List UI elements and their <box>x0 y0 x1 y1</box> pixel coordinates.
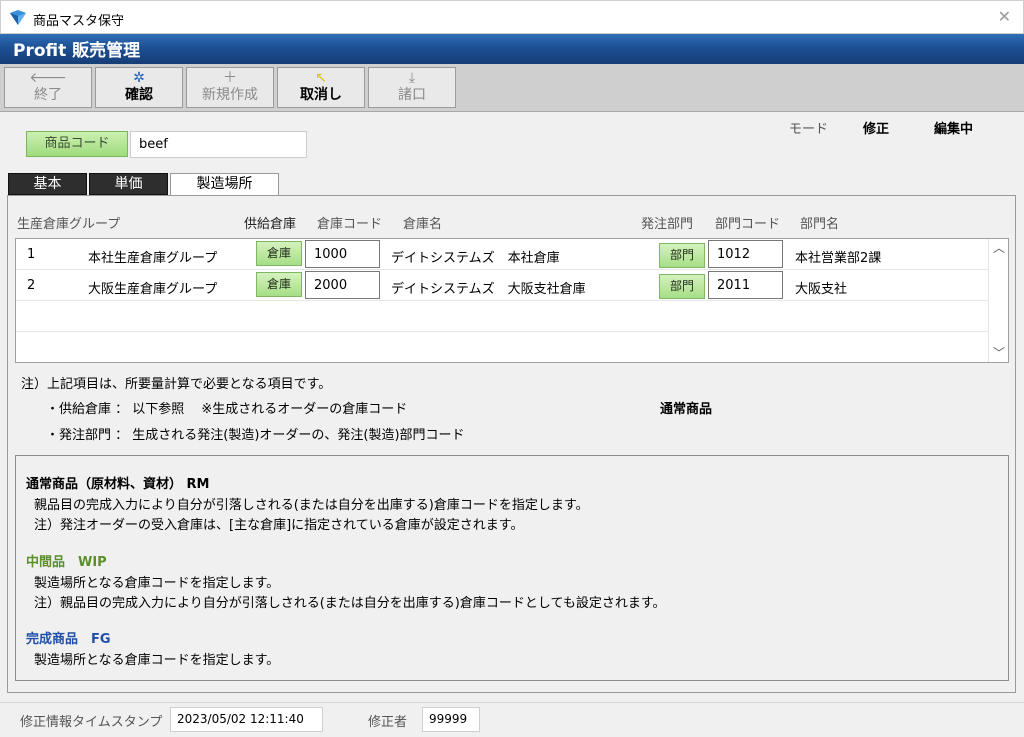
note-line-3: ・発注部門 ： 生成される発注(製造)オーダーの、発注(製造)部門コード <box>46 428 465 443</box>
wip-line-1: 製造場所となる倉庫コードを指定します。 <box>34 576 280 591</box>
timestamp-label: 修正情報タイムスタンプ <box>20 715 163 730</box>
note-line-2: ・供給倉庫 ： 以下参照 ※生成されるオーダーの倉庫コード <box>46 402 408 417</box>
table-row[interactable]: 1 本社生産倉庫グループ 倉庫 1000 デイトシステムズ 本社倉庫 部門 10… <box>16 239 988 270</box>
warehouse-code-input[interactable]: 2000 <box>305 271 380 299</box>
warehouse-grid[interactable]: 1 本社生産倉庫グループ 倉庫 1000 デイトシステムズ 本社倉庫 部門 10… <box>15 238 1009 363</box>
chevron-down-icon[interactable]: ﹀ <box>993 344 1005 361</box>
col-header-group: 生産倉庫グループ <box>17 217 121 232</box>
tab-manufacturing-location[interactable]: 製造場所 <box>170 173 279 196</box>
arrow-left-icon: 🡐 <box>29 70 67 86</box>
rm-line-1: 親品目の完成入力により自分が引落しされる(または自分を出庫する)倉庫コードを指定… <box>34 498 589 513</box>
dept-name: 本社営業部2課 <box>795 251 882 266</box>
editor-label: 修正者 <box>368 715 408 730</box>
misc-button[interactable]: ⤓ 諸口 <box>368 67 456 108</box>
table-row[interactable] <box>16 301 988 332</box>
wip-line-2: 注）親品目の完成入力により自分が引落しされる(または自分を出庫する)倉庫コードと… <box>34 596 666 611</box>
toolbar: 🡐 終了 ✲ 確認 ＋ 新規作成 ↖ 取消し ⤓ 諸口 <box>0 64 1024 112</box>
col-header-warehouse: 供給倉庫 <box>244 217 297 232</box>
mode-label: モード <box>789 122 829 137</box>
table-row[interactable]: 2 大阪生産倉庫グループ 倉庫 2000 デイトシステムズ 大阪支社倉庫 部門 … <box>16 270 988 301</box>
product-code-button[interactable]: 商品コード <box>26 131 128 157</box>
exit-button-label: 終了 <box>34 87 62 103</box>
new-button[interactable]: ＋ 新規作成 <box>186 67 274 108</box>
dept-lookup-button[interactable]: 部門 <box>659 243 705 268</box>
footer-bar: 修正情報タイムスタンプ 2023/05/02 12:11:40 修正者 9999… <box>0 702 1024 737</box>
gear-icon: ✲ <box>133 70 145 86</box>
window-titlebar: 商品マスタ保守 ✕ <box>0 0 1024 34</box>
dept-code-input[interactable]: 2011 <box>708 271 783 299</box>
dept-code-input[interactable]: 1012 <box>708 240 783 268</box>
warehouse-code-input[interactable]: 1000 <box>305 240 380 268</box>
misc-button-label: 諸口 <box>398 87 426 103</box>
row-group: 大阪生産倉庫グループ <box>88 282 218 297</box>
dept-lookup-button[interactable]: 部門 <box>659 274 705 299</box>
tab-price[interactable]: 単価 <box>89 173 168 195</box>
timestamp-value: 2023/05/02 12:11:40 <box>170 707 323 732</box>
fg-line-1: 製造場所となる倉庫コードを指定します。 <box>34 653 280 668</box>
fg-title: 完成商品 FG <box>26 632 111 647</box>
wip-title: 中間品 WIP <box>26 555 107 570</box>
rm-title: 通常商品（原材料、資材） RM <box>26 477 210 492</box>
cancel-button-label: 取消し <box>300 87 342 103</box>
brand-title: Profit 販売管理 <box>13 41 141 61</box>
warehouse-lookup-button[interactable]: 倉庫 <box>256 272 302 297</box>
brand-bar: Profit 販売管理 <box>0 34 1024 64</box>
warehouse-lookup-button[interactable]: 倉庫 <box>256 241 302 266</box>
new-button-label: 新規作成 <box>202 87 258 103</box>
info-box: 通常商品（原材料、資材） RM 親品目の完成入力により自分が引落しされる(または… <box>15 455 1009 681</box>
row-number: 1 <box>27 247 36 262</box>
download-icon: ⤓ <box>408 70 416 86</box>
col-header-dept: 発注部門 <box>641 217 694 232</box>
note-line-1: 注）上記項目は、所要量計算で必要となる項目です。 <box>21 377 332 392</box>
warehouse-name: デイトシステムズ 大阪支社倉庫 <box>391 282 586 297</box>
chevron-up-icon[interactable]: ︿ <box>993 239 1005 256</box>
tab-basic[interactable]: 基本 <box>8 173 87 195</box>
close-icon[interactable]: ✕ <box>998 7 1011 26</box>
item-type-label: 通常商品 <box>660 402 713 417</box>
col-header-warehouse-name: 倉庫名 <box>403 217 443 232</box>
warehouse-name: デイトシステムズ 本社倉庫 <box>391 251 560 266</box>
product-code-input[interactable]: beef <box>130 131 307 158</box>
rm-line-2: 注）発注オーダーの受入倉庫は、[主な倉庫]に指定されている倉庫が設定されます。 <box>34 518 524 533</box>
exit-button[interactable]: 🡐 終了 <box>4 67 92 108</box>
window-title: 商品マスタ保守 <box>33 14 125 29</box>
mode-status: 編集中 <box>934 122 974 137</box>
cancel-button[interactable]: ↖ 取消し <box>277 67 365 108</box>
col-header-dept-name: 部門名 <box>800 217 840 232</box>
app-logo-icon <box>10 10 26 25</box>
dept-name: 大阪支社 <box>795 282 848 297</box>
undo-icon: ↖ <box>315 70 327 86</box>
tab-panel: 生産倉庫グループ 供給倉庫 倉庫コード 倉庫名 発注部門 部門コード 部門名 1… <box>7 195 1016 693</box>
editor-value: 99999 <box>422 707 480 732</box>
row-group: 本社生産倉庫グループ <box>88 251 218 266</box>
confirm-button-label: 確認 <box>125 87 153 103</box>
row-number: 2 <box>27 278 36 293</box>
col-header-warehouse-code: 倉庫コード <box>317 217 383 232</box>
mode-value: 修正 <box>863 122 890 137</box>
col-header-dept-code: 部門コード <box>715 217 781 232</box>
confirm-button[interactable]: ✲ 確認 <box>95 67 183 108</box>
main-panel: 商品コード beef モード 修正 編集中 基本 単価 製造場所 生産倉庫グルー… <box>0 112 1024 702</box>
grid-scrollbar[interactable]: ︿ ﹀ <box>988 239 1008 362</box>
plus-icon: ＋ <box>223 70 237 86</box>
